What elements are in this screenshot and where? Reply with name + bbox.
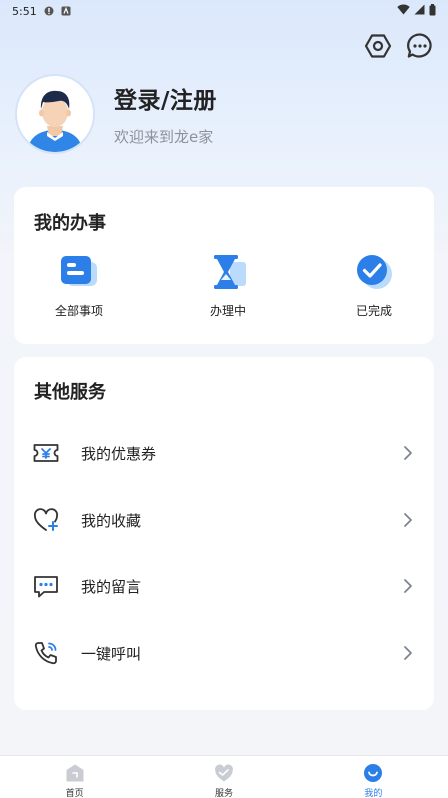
other-services-title: 其他服务	[34, 382, 106, 403]
nav-home[interactable]: 首页	[0, 756, 149, 798]
login-register-link[interactable]: 登录/注册	[114, 81, 217, 115]
checkmark-icon	[352, 252, 396, 292]
message-icon	[32, 572, 60, 600]
service-label: 我的收藏	[81, 511, 142, 530]
affair-all-items[interactable]: 全部事项	[34, 252, 124, 319]
app-notification-icon	[61, 6, 71, 16]
service-heart-icon	[214, 763, 234, 783]
affair-label: 已完成	[355, 304, 392, 318]
nav-label: 首页	[65, 789, 84, 798]
chevron-right-icon	[400, 512, 416, 528]
signal-icon	[414, 4, 425, 18]
profile-icon	[363, 763, 383, 783]
affair-in-progress[interactable]: 办理中	[183, 252, 273, 319]
wifi-icon	[397, 4, 410, 18]
coupon-icon	[32, 439, 60, 467]
welcome-text: 欢迎来到龙e家	[114, 128, 214, 146]
affair-completed[interactable]: 已完成	[329, 252, 419, 319]
status-bar: 5:51	[0, 0, 448, 22]
status-time: 5:51	[12, 4, 37, 18]
nav-label: 我的	[364, 789, 383, 798]
avatar[interactable]	[15, 74, 95, 154]
nav-label: 服务	[214, 789, 233, 798]
bottom-nav: 首页 服务 我的	[0, 755, 448, 798]
chevron-right-icon	[400, 645, 416, 661]
heart-icon	[32, 506, 60, 534]
service-row-messages[interactable]: 我的留言	[14, 561, 434, 611]
affair-label: 全部事项	[54, 304, 103, 318]
my-affairs-card: 我的办事 全部事项 办理中 已完成	[14, 187, 434, 344]
top-actions	[364, 32, 434, 64]
document-list-icon	[57, 252, 101, 292]
settings-hexagon-icon	[364, 32, 392, 64]
chevron-right-icon	[400, 578, 416, 594]
nav-services[interactable]: 服务	[149, 756, 298, 798]
chat-bubble-icon	[406, 32, 434, 64]
chevron-right-icon	[400, 445, 416, 461]
settings-button[interactable]	[364, 34, 392, 62]
service-label: 我的优惠券	[81, 444, 157, 463]
affair-label: 办理中	[209, 304, 246, 318]
service-label: 我的留言	[81, 577, 142, 596]
nav-profile[interactable]: 我的	[299, 756, 448, 798]
battery-icon	[429, 3, 436, 19]
other-services-card: 其他服务 我的优惠券 我的收藏 我的留言 一键呼叫	[14, 357, 434, 710]
home-icon	[65, 763, 85, 783]
messages-button[interactable]	[406, 32, 434, 64]
hourglass-icon	[206, 252, 250, 292]
service-row-favorites[interactable]: 我的收藏	[14, 495, 434, 545]
service-row-coupons[interactable]: 我的优惠券	[14, 428, 434, 478]
phone-call-icon	[32, 639, 60, 667]
service-label: 一键呼叫	[81, 644, 142, 663]
notification-icon	[44, 6, 54, 16]
profile-header: 登录/注册 欢迎来到龙e家	[15, 74, 217, 154]
my-affairs-title: 我的办事	[34, 213, 106, 234]
service-row-quick-call[interactable]: 一键呼叫	[14, 628, 434, 678]
